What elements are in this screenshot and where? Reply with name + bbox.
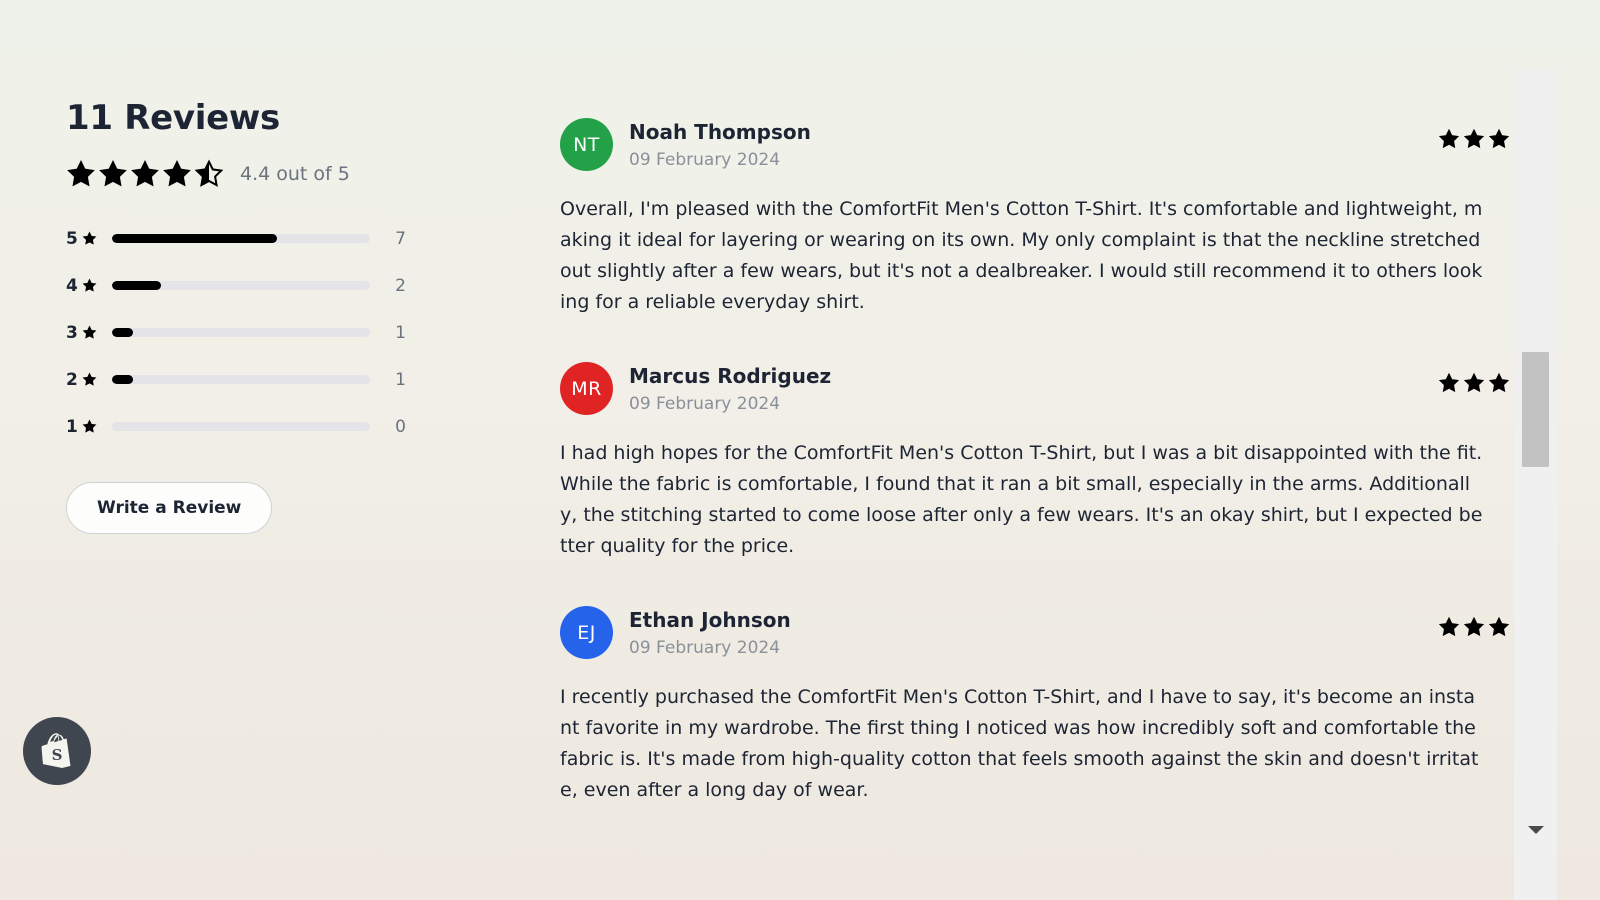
star-icon <box>82 278 97 293</box>
shopify-logo-badge[interactable]: S <box>23 717 91 785</box>
histogram-bar-fill <box>112 234 278 244</box>
scroll-down-arrow-icon[interactable] <box>1514 817 1557 843</box>
star-filled-icon <box>1463 616 1485 637</box>
histogram-bar-fill <box>112 281 162 291</box>
histogram-bar-track <box>112 328 370 338</box>
star-filled-icon <box>1488 372 1510 393</box>
review-body-text: Overall, I'm pleased with the ComfortFit… <box>560 198 1483 313</box>
write-a-review-button[interactable]: Write a Review <box>66 482 273 535</box>
histogram-row-5-star[interactable]: 57 <box>66 215 406 262</box>
histogram-label: 5 <box>66 229 106 249</box>
histogram-count: 1 <box>395 322 406 343</box>
star-filled-icon <box>1463 372 1485 393</box>
review-meta: Noah Thompson 09 February 2024 <box>629 118 811 170</box>
avatar: MR <box>560 362 613 415</box>
histogram-star-number: 3 <box>66 322 78 343</box>
histogram-star-number: 2 <box>66 369 78 390</box>
histogram-count: 7 <box>395 228 406 249</box>
histogram-label: 4 <box>66 276 106 296</box>
histogram-label: 2 <box>66 370 106 390</box>
histogram-bar-track <box>112 281 370 291</box>
histogram-row-3-star[interactable]: 31 <box>66 309 406 356</box>
review-body-text: I had high hopes for the ComfortFit Men'… <box>560 442 1483 557</box>
review-date: 09 February 2024 <box>629 638 781 658</box>
review-date: 09 February 2024 <box>629 150 781 170</box>
reviewer-name: Ethan Johnson <box>629 608 791 632</box>
review-list: NT Noah Thompson 09 February 2024 Overall, … <box>560 118 1557 850</box>
half-star-icon <box>194 159 224 188</box>
review-item: NT Noah Thompson 09 February 2024 Overall, … <box>560 118 1557 318</box>
review-meta: Marcus Rodriguez 09 February 2024 <box>629 362 831 414</box>
star-icon <box>82 325 97 340</box>
average-rating-label: 4.4 out of 5 <box>240 163 350 186</box>
star-filled-icon <box>99 160 127 187</box>
star-icon <box>82 372 97 387</box>
avatar: EJ <box>560 606 613 659</box>
star-filled-icon <box>1488 616 1510 637</box>
chevron-down-icon <box>1527 826 1544 834</box>
histogram-count: 2 <box>395 275 406 296</box>
rating-histogram: 5742312110 <box>66 215 406 450</box>
histogram-bar-fill <box>112 328 133 338</box>
star-icon <box>82 231 97 246</box>
shopify-logo-icon: S <box>41 733 71 768</box>
avatar: NT <box>560 118 613 171</box>
scrollbar-thumb[interactable] <box>1522 352 1549 467</box>
star-filled-icon <box>1438 128 1460 149</box>
reviewer-name: Marcus Rodriguez <box>629 364 832 388</box>
star-icon <box>82 419 97 434</box>
histogram-bar-track <box>112 375 370 385</box>
review-body-text: I recently purchased the ComfortFit Men'… <box>560 686 1479 801</box>
vertical-scrollbar[interactable] <box>1514 70 1557 900</box>
review-header: EJ Ethan Johnson 09 February 2024 <box>560 606 1557 662</box>
histogram-count: 0 <box>395 416 406 437</box>
star-filled-icon <box>1438 616 1460 637</box>
histogram-label: 3 <box>66 323 106 343</box>
average-rating-row: 4.4 out of 5 <box>66 159 486 189</box>
histogram-bar-track <box>112 422 370 432</box>
reviewer-name: Noah Thompson <box>629 120 811 144</box>
reviews-page: 11 Reviews 4.4 out of 5 5742312110 Write… <box>0 0 1557 900</box>
review-meta: Ethan Johnson 09 February 2024 <box>629 606 791 658</box>
star-filled-icon <box>163 160 191 187</box>
histogram-bar-fill <box>112 375 133 385</box>
histogram-bar-track <box>112 234 370 244</box>
histogram-row-1-star[interactable]: 10 <box>66 403 406 450</box>
star-filled-icon <box>131 160 159 187</box>
svg-text:S: S <box>52 746 63 764</box>
review-item: EJ Ethan Johnson 09 February 2024 I recentl… <box>560 606 1557 806</box>
reviews-summary-panel: 11 Reviews 4.4 out of 5 5742312110 Write… <box>66 98 486 535</box>
histogram-row-2-star[interactable]: 21 <box>66 356 406 403</box>
review-date: 09 February 2024 <box>629 394 781 414</box>
star-filled-icon <box>67 160 95 187</box>
page-title: 11 Reviews <box>66 98 280 138</box>
review-header: MR Marcus Rodriguez 09 February 2024 <box>560 362 1557 418</box>
review-header: NT Noah Thompson 09 February 2024 <box>560 118 1557 174</box>
star-filled-icon <box>1488 128 1510 149</box>
review-item: MR Marcus Rodriguez 09 February 2024 I had … <box>560 362 1557 562</box>
average-star-rating <box>66 159 224 189</box>
star-filled-icon <box>1438 372 1460 393</box>
histogram-row-4-star[interactable]: 42 <box>66 262 406 309</box>
histogram-star-number: 5 <box>66 228 78 249</box>
star-filled-icon <box>1463 128 1485 149</box>
histogram-label: 1 <box>66 417 106 437</box>
histogram-star-number: 1 <box>66 416 78 437</box>
histogram-count: 1 <box>395 369 406 390</box>
histogram-star-number: 4 <box>66 275 78 296</box>
